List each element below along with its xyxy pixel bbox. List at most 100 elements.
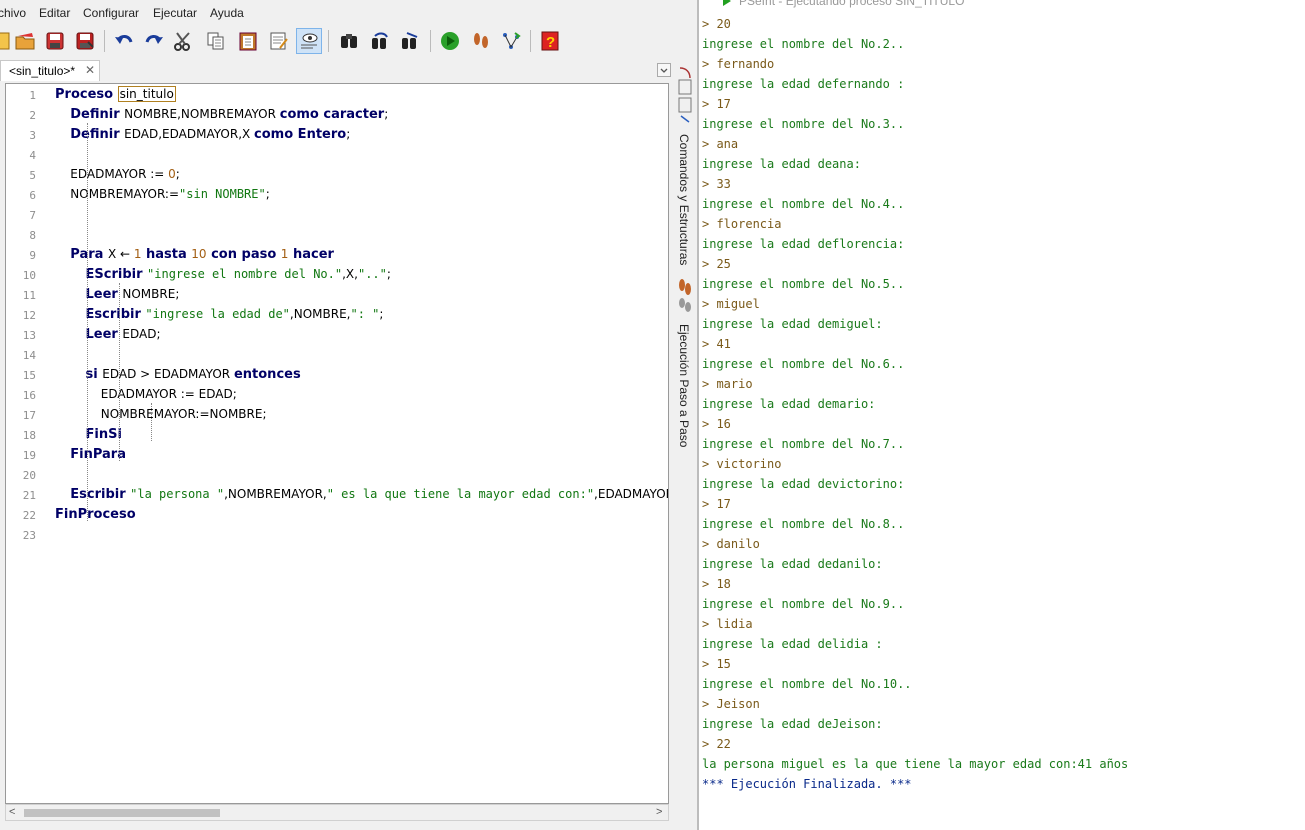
menu-archivo[interactable]: chivo [0,6,26,20]
redo-icon[interactable] [141,28,167,54]
step-execution-label[interactable]: Ejecución Paso a Paso [677,324,691,447]
menu-editar[interactable]: Editar [39,6,70,20]
command-palette-icon[interactable] [677,64,693,124]
menu-configurar[interactable]: Configurar [83,6,139,20]
line-number: 10 [22,269,36,282]
code-line[interactable]: 6 NOMBREMAYOR:="sin NOMBRE"; [6,185,668,205]
help-icon[interactable]: ? [537,28,563,54]
terminal-line: ingrese la edad defernando : [702,77,905,91]
code-text: Leer EDAD; [55,327,161,342]
edit-icon[interactable] [266,28,292,54]
line-number: 3 [29,129,36,142]
code-line[interactable]: 13 Leer EDAD; [6,325,668,345]
code-token: entonces [233,367,301,382]
terminal-line: > 18 [702,577,731,591]
code-line[interactable]: 8 [6,225,668,245]
search-icon[interactable] [336,28,362,54]
save-icon[interactable] [42,28,68,54]
terminal-line: la persona miguel es la que tiene la may… [702,757,1129,771]
menu-ejecutar[interactable]: Ejecutar [153,6,197,20]
terminal-line: ingrese el nombre del No.6.. [702,357,905,371]
code-text: FinProceso [55,507,136,522]
chevron-down-icon [660,68,668,73]
terminal-line: ingrese la edad devictorino: [702,477,905,491]
tab-list-dropdown[interactable] [657,63,671,77]
code-line[interactable]: 21 Escribir "la persona ",NOMBREMAYOR," … [6,485,668,505]
code-line[interactable]: 15 si EDAD > EDADMAYOR entonces [6,365,668,385]
execution-terminal: PSeInt - Ejecutando proceso SIN_TITULO >… [697,0,1305,830]
copy-icon[interactable] [203,28,229,54]
code-line[interactable]: 17 NOMBREMAYOR:=NOMBRE; [6,405,668,425]
code-token: EScribir [85,267,148,282]
code-line[interactable]: 10 EScribir "ingrese el nombre del No.",… [6,265,668,285]
code-line[interactable]: 11 Leer NOMBRE; [6,285,668,305]
code-token: ; [384,107,389,121]
code-line[interactable]: 18 FinSi [6,425,668,445]
code-token: NOMBREMAYOR:=NOMBRE [100,407,263,421]
terminal-line: ingrese el nombre del No.10.. [702,677,912,691]
find-next-icon[interactable] [367,28,393,54]
terminal-line: > victorino [702,457,782,471]
scroll-right-icon[interactable]: > [656,806,662,818]
code-editor[interactable]: 1 Proceso sin_titulo 2 Definir NOMBRE,NOMB… [5,83,669,804]
horizontal-scrollbar[interactable]: < > [5,804,669,821]
code-line[interactable]: 14 [6,345,668,365]
code-line[interactable]: 20 [6,465,668,485]
replace-icon[interactable] [397,28,423,54]
code-line[interactable]: 5 EDADMAYOR := 0; [6,165,668,185]
terminal-line: > danilo [702,537,760,551]
code-token: " es la que tiene la mayor edad con:" [326,487,595,501]
menu-ayuda[interactable]: Ayuda [210,6,244,20]
line-number: 5 [29,169,36,182]
code-token: Definir [70,127,125,142]
open-folder-icon[interactable] [12,28,38,54]
code-line[interactable]: 3 Definir EDAD,EDADMAYOR,X como Entero; [6,125,668,145]
code-line[interactable]: 22 FinProceso [6,505,668,525]
terminal-line: > miguel [702,297,760,311]
terminal-line: > ana [702,137,739,151]
code-line[interactable]: 19 FinPara [6,445,668,465]
scrollbar-thumb[interactable] [24,809,220,817]
code-token: "ingrese el nombre del No." [147,267,343,281]
side-panel: Comandos y Estructuras Ejecución Paso a … [674,62,696,822]
terminal-line: ingrese el nombre del No.5.. [702,277,905,291]
code-line[interactable]: 1 Proceso sin_titulo [6,85,668,105]
step-execution-icon[interactable] [677,277,693,317]
code-line[interactable]: 12 Escribir "ingrese la edad de",NOMBRE,… [6,305,668,325]
code-line[interactable]: 7 [6,205,668,225]
code-token: EDAD,EDADMAYOR,X [124,127,255,141]
code-line[interactable]: 4 [6,145,668,165]
code-line[interactable]: 9 Para X ← 1 hasta 10 con paso 1 hacer [6,245,668,265]
paste-icon[interactable] [235,28,261,54]
line-number: 13 [22,329,36,342]
tab-sin-titulo[interactable]: <sin_titulo>* ✕ [0,60,100,81]
step-icon[interactable] [468,28,494,54]
code-line[interactable]: 16 EDADMAYOR := EDAD; [6,385,668,405]
terminal-line: *** Ejecución Finalizada. *** [702,777,912,791]
code-token: Escribir [70,487,131,502]
code-line[interactable]: 23 [6,525,668,545]
line-number: 19 [22,449,36,462]
commands-panel-label[interactable]: Comandos y Estructuras [677,134,691,265]
cut-icon[interactable] [170,28,196,54]
code-line[interactable]: 2 Definir NOMBRE,NOMBREMAYOR como caract… [6,105,668,125]
line-number: 8 [29,229,36,242]
flowchart-icon[interactable] [498,28,524,54]
code-token: ; [346,127,351,141]
close-icon[interactable]: ✕ [85,63,95,77]
code-token: ": " [350,307,380,321]
scroll-left-icon[interactable]: < [9,806,15,818]
indent-icon[interactable] [296,28,322,54]
save-as-icon[interactable] [72,28,98,54]
code-token: ,NOMBRE, [289,307,351,321]
undo-icon[interactable] [111,28,137,54]
code-token: 10 [191,247,207,261]
code-token: hasta [141,247,192,262]
run-icon[interactable] [437,28,463,54]
line-number: 2 [29,109,36,122]
